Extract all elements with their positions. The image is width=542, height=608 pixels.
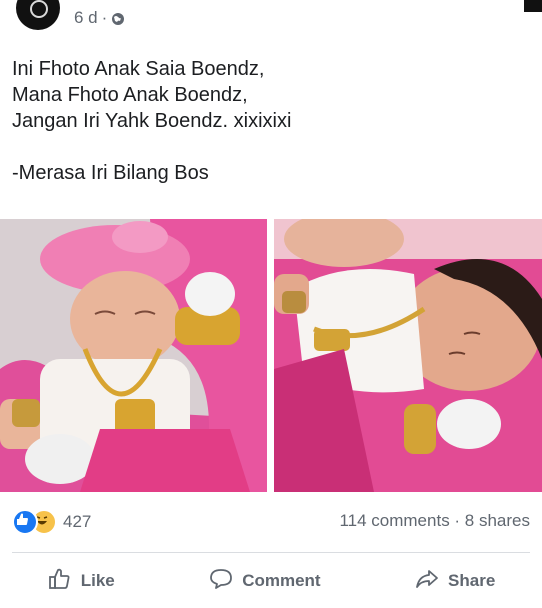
post-line: Ini Fhoto Anak Saia Boendz,	[12, 58, 265, 80]
comment-icon	[208, 566, 234, 597]
reaction-summary[interactable]: 427	[12, 509, 91, 535]
photo-2[interactable]	[274, 219, 542, 492]
like-icon	[12, 509, 38, 535]
reaction-count: 427	[63, 512, 92, 531]
comments-shares-count[interactable]: 114 comments · 8 shares	[339, 511, 530, 531]
post-line: Jangan Iri Yahk Boendz. xixixixi	[12, 110, 292, 132]
separator-dot: ·	[101, 8, 108, 27]
thumbs-up-icon	[47, 566, 73, 597]
comment-label: Comment	[242, 571, 321, 590]
facebook-post: 6 d · Ini Fhoto Anak Saia Boendz, Mana F…	[0, 0, 542, 608]
share-button[interactable]: Share	[402, 560, 507, 603]
action-bar: Like Comment Share	[0, 560, 542, 602]
divider	[12, 552, 530, 553]
post-message: Ini Fhoto Anak Saia Boendz, Mana Fhoto A…	[12, 56, 522, 186]
like-label: Like	[80, 571, 115, 590]
share-icon	[414, 566, 440, 597]
globe-icon	[111, 11, 125, 25]
photo-1[interactable]	[0, 219, 267, 492]
time-label: 6 d	[74, 8, 98, 27]
post-timestamp[interactable]: 6 d ·	[74, 8, 125, 28]
comment-button[interactable]: Comment	[196, 560, 332, 603]
avatar[interactable]	[16, 0, 60, 30]
overflow-menu-icon[interactable]	[524, 0, 542, 12]
post-line: -Merasa Iri Bilang Bos	[12, 162, 209, 184]
like-button[interactable]: Like	[35, 560, 127, 603]
post-line: Mana Fhoto Anak Boendz,	[12, 84, 248, 106]
post-line-blank	[12, 134, 522, 160]
share-label: Share	[448, 571, 496, 590]
